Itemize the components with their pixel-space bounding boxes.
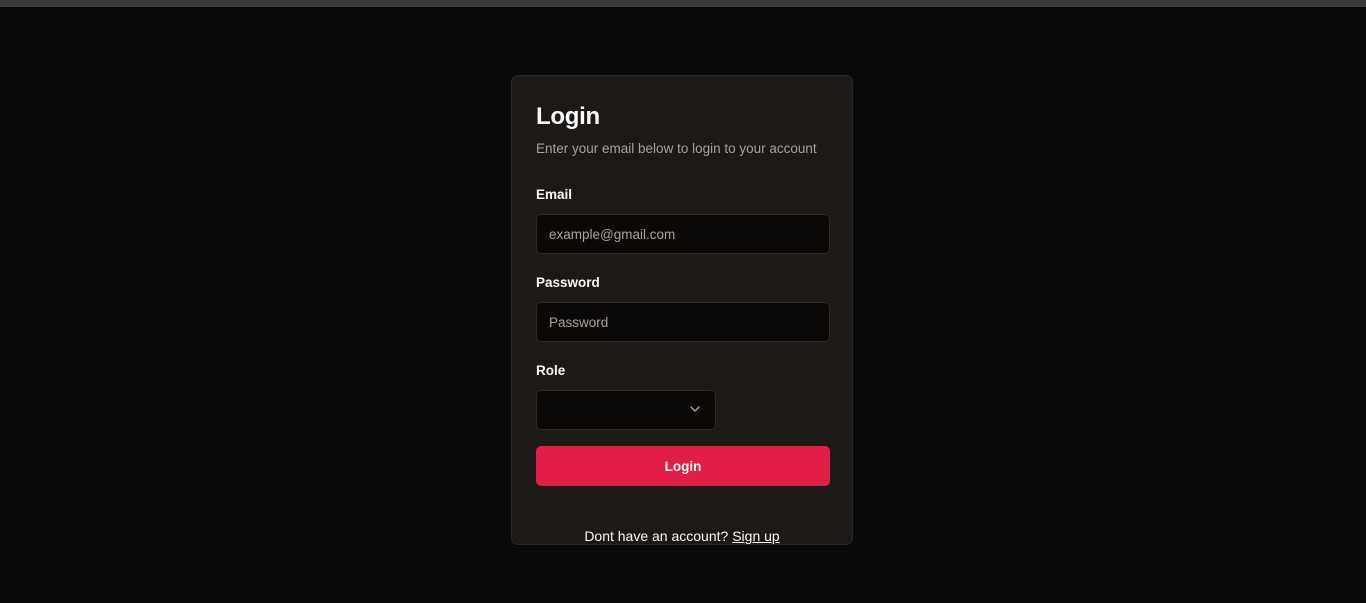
signup-link[interactable]: Sign up [732,528,779,544]
signup-prompt-text: Dont have an account? [584,528,733,544]
password-field[interactable] [536,302,830,342]
login-button[interactable]: Login [536,446,830,486]
browser-top-bar [0,0,1366,7]
signup-prompt: Dont have an account? Sign up [512,528,852,544]
chevron-down-icon [690,406,700,412]
login-card: Login Enter your email below to login to… [511,75,853,545]
email-label: Email [536,187,573,202]
login-title: Login [536,103,600,130]
role-label: Role [536,363,566,378]
login-subtitle: Enter your email below to login to your … [536,141,817,156]
password-label: Password [536,275,600,290]
role-select[interactable] [536,390,716,430]
email-field[interactable] [536,214,830,254]
